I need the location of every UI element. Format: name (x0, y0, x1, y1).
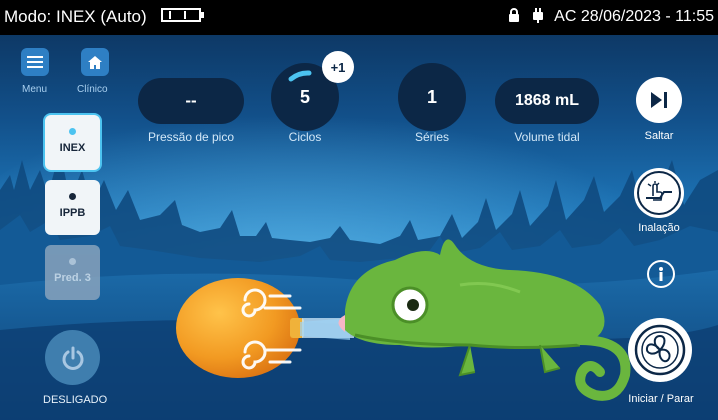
status-right: AC 28/06/2023 - 11:55 (508, 8, 714, 28)
peak-pressure-label: Pressão de pico (147, 130, 235, 144)
menu-label: Menu (22, 84, 48, 95)
skip-label: Saltar (644, 130, 674, 142)
power-icon (62, 346, 83, 370)
mode-button-ippb[interactable]: IPPB (45, 180, 100, 235)
fan-icon (634, 324, 686, 376)
series-value: 1 (398, 63, 466, 131)
cycles-number: 5 (299, 86, 310, 107)
peak-pressure-value: -- (138, 78, 244, 124)
lock-icon (508, 8, 520, 28)
cycles-label: Ciclos (288, 130, 322, 144)
mode-button-inex[interactable]: INEX (45, 115, 100, 170)
power-source-text: AC (554, 8, 577, 25)
status-bar: Modo: INEX (Auto) AC 28/06/2023 - 11:55 (0, 0, 718, 35)
mode-label-inex: INEX (59, 142, 86, 154)
inhalation-button[interactable] (634, 168, 684, 218)
menu-button[interactable] (21, 48, 49, 76)
mode-status-text: Modo: INEX (Auto) (4, 7, 147, 26)
mode-indicator-dot (69, 193, 76, 200)
battery-icon (161, 7, 205, 28)
start-stop-button[interactable] (628, 318, 692, 382)
tidal-volume-value: 1868 mL (495, 78, 599, 124)
mode-button-pred3[interactable]: Pred. 3 (45, 245, 100, 300)
info-icon (659, 267, 663, 281)
clinical-label: Clínico (77, 84, 108, 95)
plug-icon (532, 8, 543, 28)
skip-icon (651, 92, 667, 108)
inhalation-icon (646, 181, 672, 201)
menu-icon (27, 56, 43, 68)
cycles-increment-badge: +1 (322, 51, 354, 83)
mode-indicator-dot (69, 128, 76, 135)
mode-label-pred3: Pred. 3 (54, 272, 91, 284)
power-button[interactable] (45, 330, 100, 385)
mode-indicator-dot (69, 258, 76, 265)
power-label: DESLIGADO (43, 394, 108, 406)
skip-button[interactable] (636, 77, 682, 123)
mode-label-ippb: IPPB (59, 207, 86, 219)
info-button[interactable] (647, 260, 675, 288)
device-screen: Modo: INEX (Auto) AC 28/06/2023 - 11:55 … (0, 0, 718, 420)
series-label: Séries (414, 130, 449, 144)
start-stop-label: Iniciar / Parar (628, 393, 694, 405)
inhalation-label: Inalação (638, 222, 680, 234)
clinical-button[interactable] (81, 48, 109, 76)
status-left: Modo: INEX (Auto) (4, 7, 205, 28)
home-icon (88, 55, 102, 69)
datetime-text: 28/06/2023 - 11:55 (580, 8, 714, 25)
tidal-volume-label: Volume tidal (514, 130, 580, 144)
